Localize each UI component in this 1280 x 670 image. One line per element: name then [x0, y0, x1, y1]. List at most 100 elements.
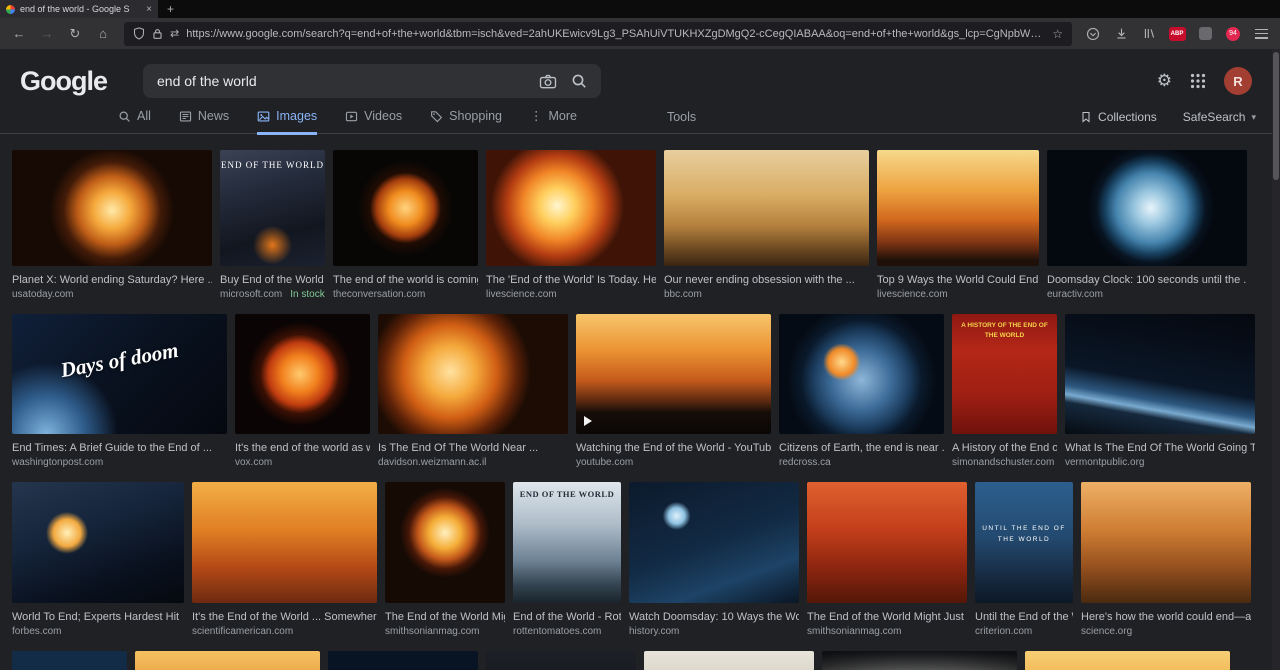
scrollbar[interactable] [1272, 49, 1280, 670]
settings-gear-icon[interactable]: ⚙ [1157, 71, 1172, 91]
result-thumbnail[interactable] [486, 150, 656, 266]
tab-shopping[interactable]: Shopping [430, 109, 502, 135]
result-title[interactable]: Is The End Of The World Near ... [378, 442, 568, 454]
collections-button[interactable]: Collections [1080, 110, 1157, 124]
tab-more[interactable]: ⋮ More [530, 108, 577, 135]
result-title[interactable]: The end of the world is coming – j... [333, 274, 478, 286]
result-title[interactable]: Planet X: World ending Saturday? Here ..… [12, 274, 212, 286]
google-logo[interactable]: Google [20, 66, 107, 97]
tab-close-icon[interactable]: × [144, 4, 152, 15]
image-result[interactable] [1025, 651, 1230, 670]
result-title[interactable]: The 'End of the World' Is Today. Here's … [486, 274, 656, 286]
result-thumbnail[interactable] [12, 482, 184, 603]
result-title[interactable]: A History of the End of ... [952, 442, 1057, 454]
result-thumbnail[interactable] [328, 651, 478, 670]
result-title[interactable]: Our never ending obsession with the ... [664, 274, 869, 286]
result-title[interactable]: Citizens of Earth, the end is near ... [779, 442, 944, 454]
result-thumbnail[interactable]: UNTIL THE END OF THE WORLD [975, 482, 1073, 603]
result-thumbnail[interactable] [877, 150, 1039, 266]
image-result[interactable]: Top 9 Ways the World Could End | Live ..… [877, 150, 1039, 300]
extension-badge-icon[interactable]: 94 [1220, 22, 1246, 46]
result-title[interactable]: World To End; Experts Hardest Hit [12, 611, 184, 623]
image-result[interactable]: Citizens of Earth, the end is near ...re… [779, 314, 944, 468]
tab-images[interactable]: Images [257, 109, 317, 135]
result-title[interactable]: Here's how the world could end—and ... [1081, 611, 1251, 623]
result-thumbnail[interactable] [629, 482, 799, 603]
result-thumbnail[interactable] [486, 651, 636, 670]
result-thumbnail[interactable] [664, 150, 869, 266]
image-result[interactable] [644, 651, 814, 670]
browser-tab[interactable]: end of the world - Google S × [0, 0, 158, 18]
search-input[interactable] [157, 73, 525, 89]
adblock-plus-icon[interactable]: ABP [1164, 22, 1190, 46]
image-result[interactable]: World To End; Experts Hardest Hitforbes.… [12, 482, 184, 637]
apps-grid-icon[interactable] [1190, 73, 1206, 89]
image-result[interactable]: Days of doomEnd Times: A Brief Guide to … [12, 314, 227, 468]
result-thumbnail[interactable] [235, 314, 370, 434]
extension-icon[interactable] [1192, 22, 1218, 46]
result-thumbnail[interactable] [779, 314, 944, 434]
result-thumbnail[interactable] [333, 150, 478, 266]
result-title[interactable]: It's the End of the World ... Somewhere … [192, 611, 377, 623]
safesearch-button[interactable]: SafeSearch ▾ [1183, 110, 1256, 124]
result-thumbnail[interactable] [135, 651, 320, 670]
tracking-shield-icon[interactable] [133, 27, 145, 40]
result-thumbnail[interactable] [12, 150, 212, 266]
result-thumbnail[interactable] [576, 314, 771, 434]
image-result[interactable]: Our never ending obsession with the ...b… [664, 150, 869, 300]
image-result[interactable] [135, 651, 320, 670]
image-result[interactable]: Here's how the world could end—and ...sc… [1081, 482, 1251, 637]
image-result[interactable] [486, 651, 636, 670]
result-title[interactable]: The End of the World Might Just Look ... [807, 611, 967, 623]
tab-videos[interactable]: Videos [345, 109, 402, 135]
search-box[interactable] [143, 64, 601, 98]
result-title[interactable]: Until the End of the Wo... [975, 611, 1073, 623]
result-thumbnail[interactable] [378, 314, 568, 434]
image-result[interactable]: The 'End of the World' Is Today. Here's … [486, 150, 656, 300]
profile-avatar[interactable]: R [1224, 67, 1252, 95]
image-result[interactable]: Planet X: World ending Saturday? Here ..… [12, 150, 212, 300]
image-result[interactable]: The End of the World Might Ju...smithson… [385, 482, 505, 637]
url-bar[interactable]: ⇄ https://www.google.com/search?q=end+of… [124, 22, 1072, 46]
result-title[interactable]: The End of the World Might Ju... [385, 611, 505, 623]
result-title[interactable]: End of the World - Rott... [513, 611, 621, 623]
tools-button[interactable]: Tools [667, 110, 696, 133]
result-title[interactable]: What Is The End Of The World Going To ..… [1065, 442, 1255, 454]
new-tab-button[interactable]: + [158, 0, 183, 18]
result-thumbnail[interactable]: END OF THE WORLD [220, 150, 325, 266]
forward-button[interactable]: → [34, 22, 60, 46]
result-title[interactable]: Buy End of the World - Mic... [220, 274, 325, 286]
home-button[interactable]: ⌂ [90, 22, 116, 46]
reload-button[interactable]: ↻ [62, 22, 88, 46]
image-result[interactable]: END OF THE WORLD Buy End of the World - M… [220, 150, 325, 300]
result-thumbnail[interactable] [1047, 150, 1247, 266]
image-result[interactable] [12, 651, 127, 670]
bookmark-star-icon[interactable]: ☆ [1052, 27, 1063, 41]
result-thumbnail[interactable] [807, 482, 967, 603]
result-thumbnail[interactable] [1065, 314, 1255, 434]
result-thumbnail[interactable] [822, 651, 1017, 670]
scrollbar-thumb[interactable] [1273, 52, 1279, 180]
image-result[interactable]: The end of the world is coming – j...the… [333, 150, 478, 300]
image-result[interactable]: Watching the End of the World - YouTubey… [576, 314, 771, 468]
image-result[interactable] [822, 651, 1017, 670]
back-button[interactable]: ← [6, 22, 32, 46]
camera-icon[interactable] [539, 74, 557, 89]
image-result[interactable] [328, 651, 478, 670]
result-title[interactable]: Watching the End of the World - YouTube [576, 442, 771, 454]
image-result[interactable]: It's the end of the world as we know it.… [235, 314, 370, 468]
result-title[interactable]: It's the end of the world as we know it.… [235, 442, 370, 454]
image-result[interactable]: A HISTORY OF THE END OF THE WORLDA Histo… [952, 314, 1057, 468]
tab-news[interactable]: News [179, 109, 229, 135]
result-thumbnail[interactable] [192, 482, 377, 603]
menu-icon[interactable] [1248, 22, 1274, 46]
url-text[interactable]: https://www.google.com/search?q=end+of+t… [186, 28, 1045, 40]
result-thumbnail[interactable]: Days of doom [12, 314, 227, 434]
result-thumbnail[interactable] [1081, 482, 1251, 603]
result-title[interactable]: Top 9 Ways the World Could End | Live ..… [877, 274, 1039, 286]
result-title[interactable]: Watch Doomsday: 10 Ways the World Will .… [629, 611, 799, 623]
image-result[interactable]: What Is The End Of The World Going To ..… [1065, 314, 1255, 468]
image-result[interactable]: Is The End Of The World Near ...davidson… [378, 314, 568, 468]
result-title[interactable]: Doomsday Clock: 100 seconds until the ..… [1047, 274, 1247, 286]
image-result[interactable]: Doomsday Clock: 100 seconds until the ..… [1047, 150, 1247, 300]
